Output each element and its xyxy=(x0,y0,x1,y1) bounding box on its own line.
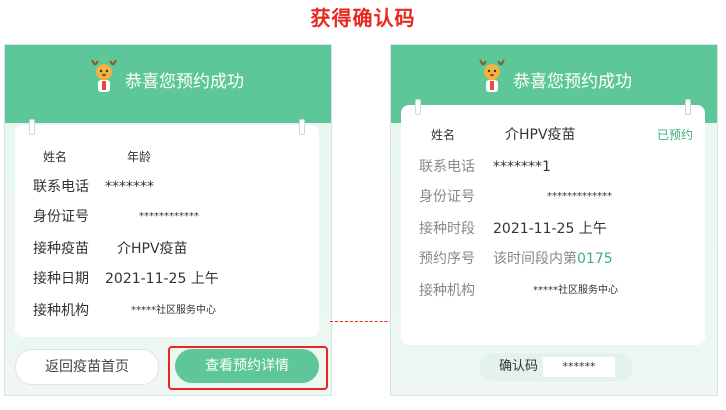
date-label: 接种日期 xyxy=(33,271,89,287)
info-row: 身份证号 ************* xyxy=(401,185,705,209)
id-value: ************ xyxy=(139,211,199,222)
card-pin xyxy=(29,119,35,135)
age-label: 年龄 xyxy=(127,150,152,164)
booking-detail-screen: 恭喜您预约成功 姓名 介HPV疫苗 已预约 联系电话 *******1 身份证号… xyxy=(390,44,718,396)
card-pin xyxy=(415,99,421,115)
info-row: 接种机构 *****社区服务中心 xyxy=(401,279,705,303)
highlight-box xyxy=(168,346,328,390)
deer-mascot-icon xyxy=(479,59,505,92)
info-row: 身份证号 ************ xyxy=(15,205,319,229)
time-slot-value: 2021-11-25 上午 xyxy=(493,221,607,237)
confirmation-code: 确认码 ****** xyxy=(479,353,633,381)
date-value: 2021-11-25 上午 xyxy=(105,271,219,287)
info-row: 联系电话 *******1 xyxy=(401,155,705,179)
id-label: 身份证号 xyxy=(33,209,89,225)
card-pin xyxy=(685,99,691,115)
id-label: 身份证号 xyxy=(419,189,475,205)
phone-value: *******1 xyxy=(493,159,551,175)
back-to-vaccine-home-button[interactable]: 返回疫苗首页 xyxy=(15,349,159,385)
confirmation-code-value: ****** xyxy=(543,357,615,377)
success-title: 恭喜您预约成功 xyxy=(125,72,244,92)
institution-value: *****社区服务中心 xyxy=(533,285,618,296)
vaccine-label: 接种疫苗 xyxy=(33,241,89,257)
sequence-number: 0175 xyxy=(577,251,613,267)
phone-label: 联系电话 xyxy=(419,159,475,175)
info-row: 接种日期 2021-11-25 上午 xyxy=(15,267,319,291)
status-badge: 已预约 xyxy=(657,128,694,142)
vaccine-value: 介HPV疫苗 xyxy=(505,127,576,143)
name-label: 姓名 xyxy=(431,128,456,142)
phone-value: ******* xyxy=(105,179,154,195)
info-row: 接种时段 2021-11-25 上午 xyxy=(401,217,705,241)
institution-value: *****社区服务中心 xyxy=(131,305,216,316)
institution-label: 接种机构 xyxy=(33,303,89,319)
info-row: 姓名 介HPV疫苗 已预约 xyxy=(401,123,705,147)
name-label: 姓名 xyxy=(43,150,68,164)
booking-info-card: 姓名 年龄 联系电话 ******* 身份证号 ************ 接种疫… xyxy=(15,119,319,337)
deer-mascot-icon xyxy=(91,59,117,92)
info-row: 预约序号 该时间段内第 0175 xyxy=(401,247,705,271)
sequence-prefix: 该时间段内第 xyxy=(493,251,577,267)
info-row: 联系电话 ******* xyxy=(15,175,319,199)
institution-label: 接种机构 xyxy=(419,283,475,299)
info-row: 姓名 年龄 xyxy=(15,145,319,169)
vaccine-value: 介HPV疫苗 xyxy=(117,241,188,257)
info-row: 接种机构 *****社区服务中心 xyxy=(15,299,319,323)
success-title: 恭喜您预约成功 xyxy=(513,72,632,92)
page-heading: 获得确认码 xyxy=(310,6,416,30)
info-row: 接种疫苗 介HPV疫苗 xyxy=(15,237,319,261)
booking-detail-card: 姓名 介HPV疫苗 已预约 联系电话 *******1 身份证号 *******… xyxy=(401,99,705,345)
id-value: ************* xyxy=(547,191,612,202)
confirmation-code-label: 确认码 xyxy=(499,359,539,374)
booking-success-screen: 恭喜您预约成功 姓名 年龄 联系电话 ******* 身份证号 ********… xyxy=(4,44,332,396)
sequence-label: 预约序号 xyxy=(419,251,475,267)
card-pin xyxy=(299,119,305,135)
time-slot-label: 接种时段 xyxy=(419,221,475,237)
phone-label: 联系电话 xyxy=(33,179,89,195)
